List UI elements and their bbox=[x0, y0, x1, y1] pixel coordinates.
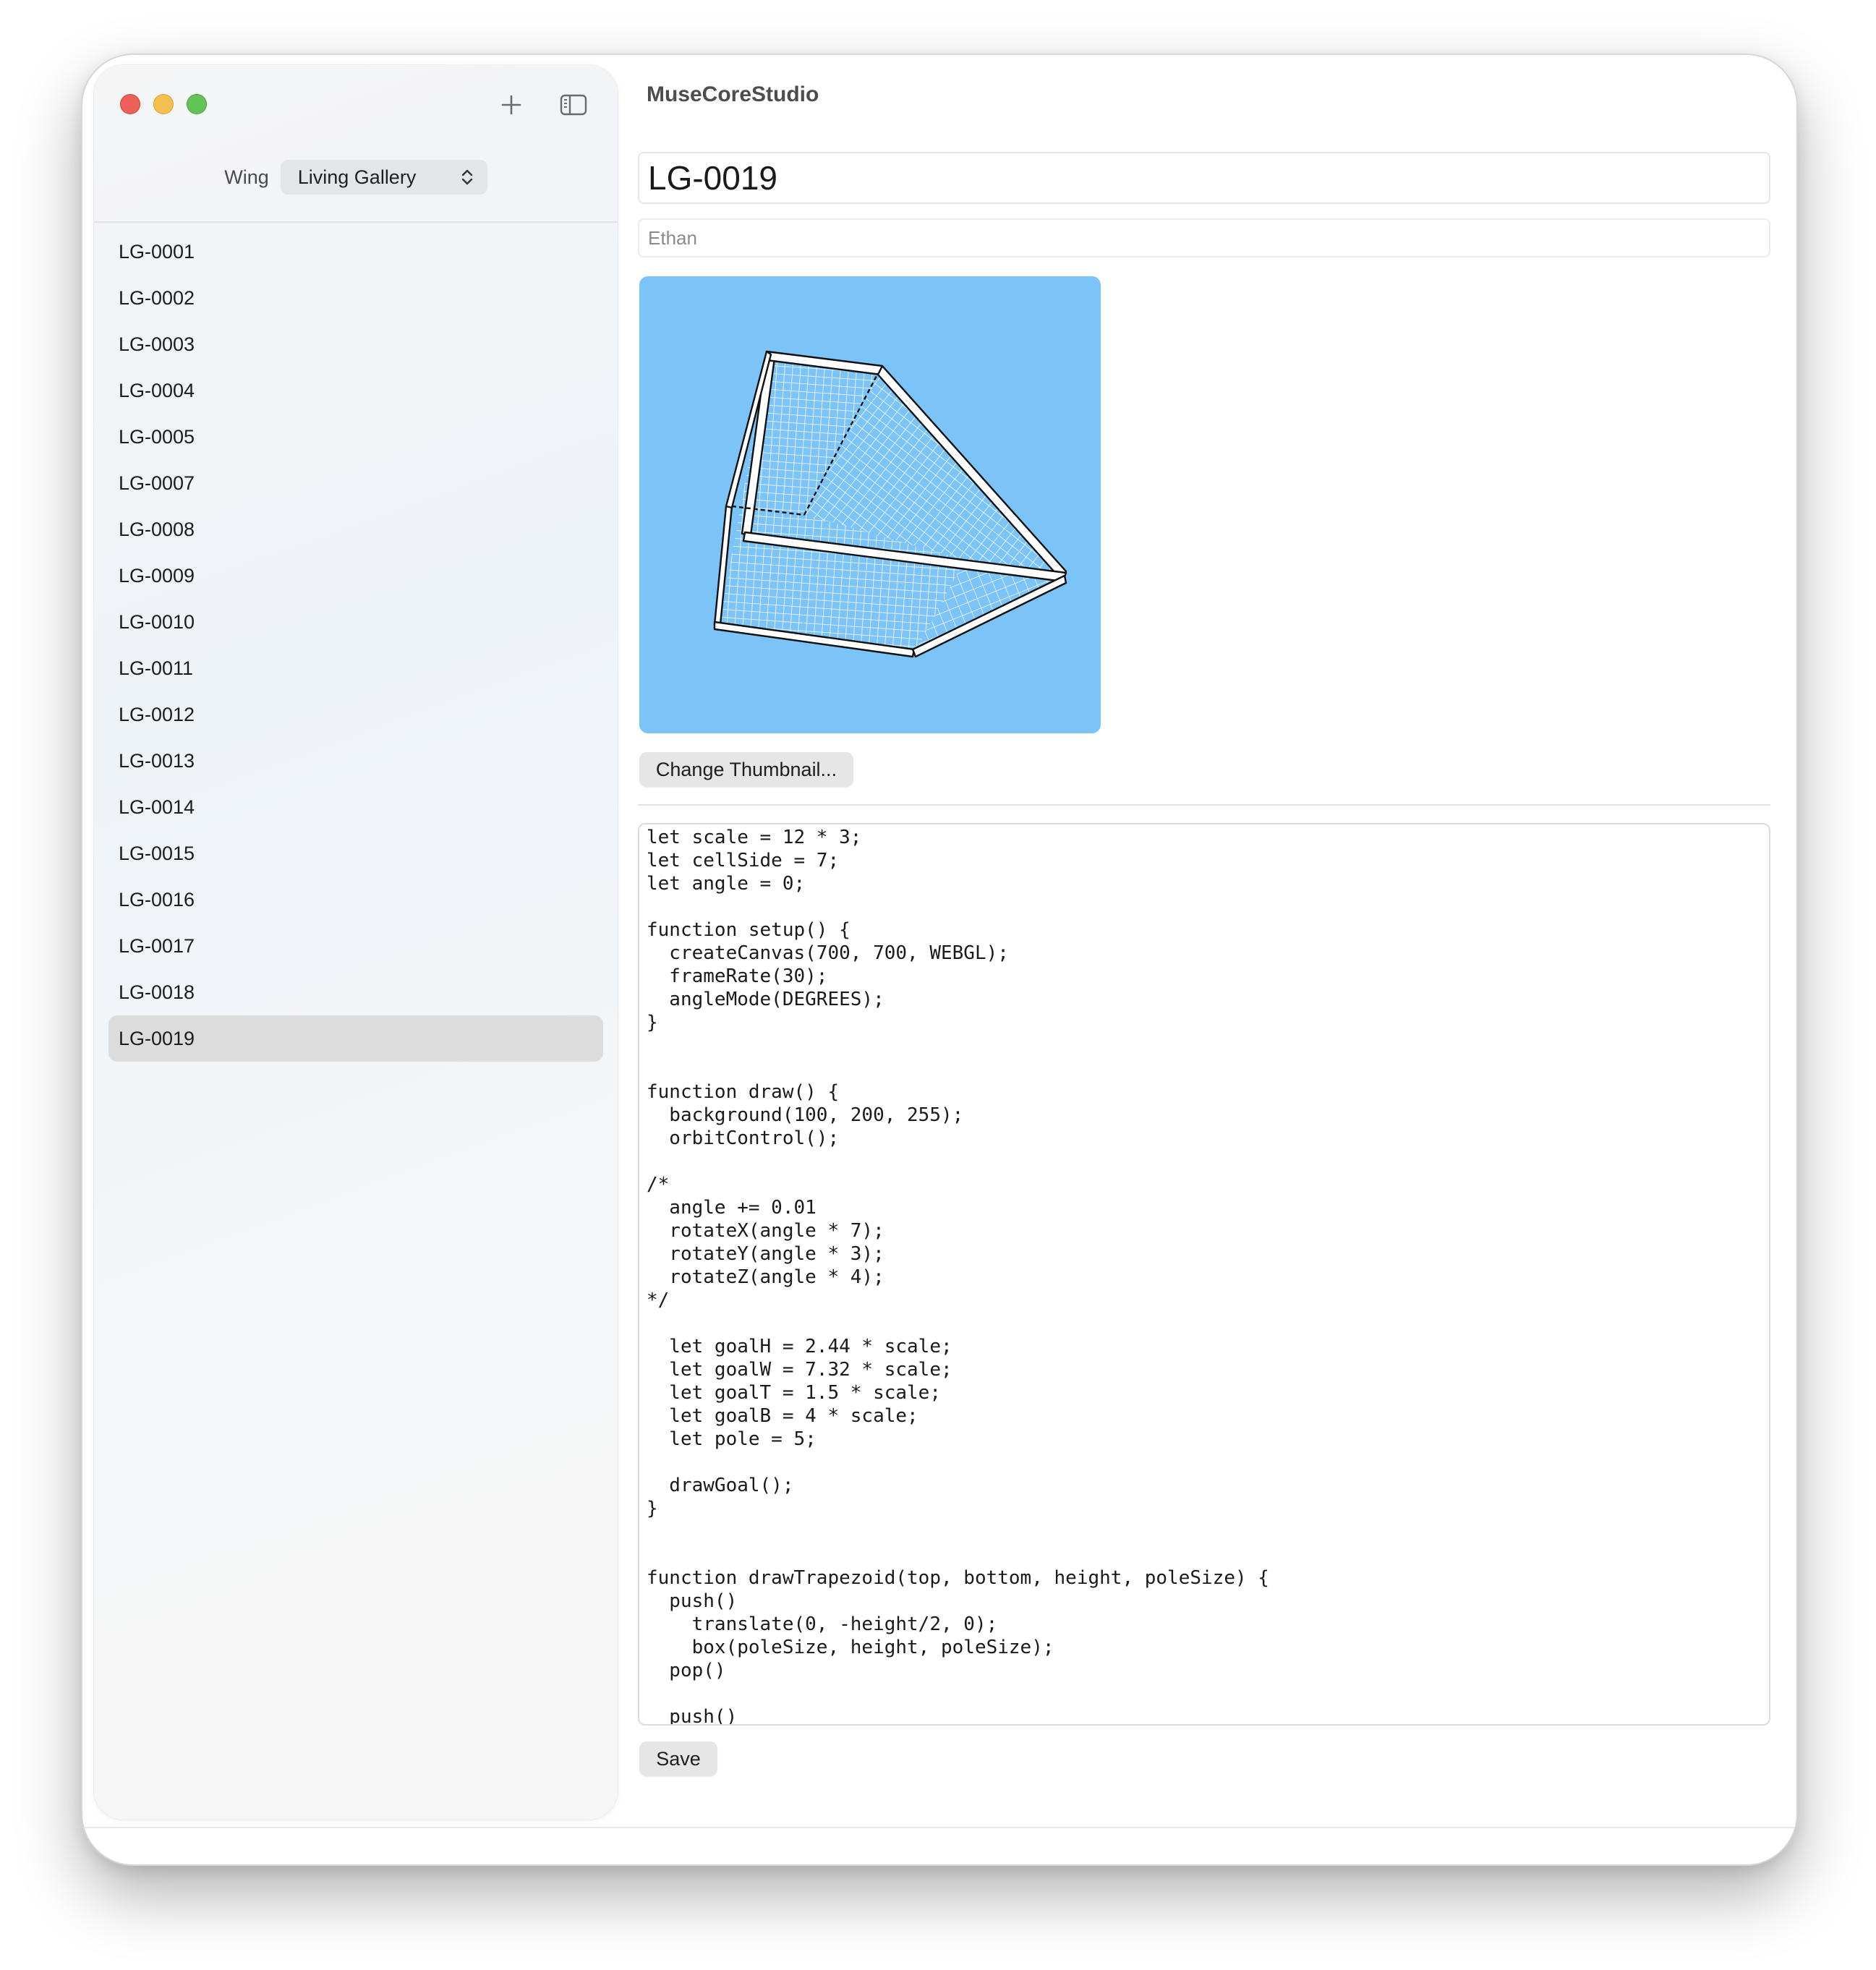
sidebar-item-lg-0009[interactable]: LG-0009 bbox=[108, 553, 603, 599]
sidebar-item-lg-0011[interactable]: LG-0011 bbox=[108, 645, 603, 691]
sidebar-item-lg-0017[interactable]: LG-0017 bbox=[108, 923, 603, 969]
title-field[interactable]: LG-0019 bbox=[638, 152, 1770, 204]
save-button[interactable]: Save bbox=[639, 1741, 717, 1776]
chevron-up-down-icon bbox=[461, 169, 472, 185]
app-window: Wing Living Gallery LG-0001 LG-0002 LG-000… bbox=[81, 54, 1798, 1866]
wing-select[interactable]: Living Gallery bbox=[280, 160, 487, 195]
sidebar-toggle-icon bbox=[560, 94, 587, 116]
sidebar-item-lg-0003[interactable]: LG-0003 bbox=[108, 321, 603, 367]
sidebar-item-lg-0010[interactable]: LG-0010 bbox=[108, 599, 603, 645]
plus-icon bbox=[501, 95, 521, 115]
content-divider bbox=[638, 804, 1770, 806]
sidebar-item-lg-0019[interactable]: LG-0019 bbox=[108, 1015, 603, 1062]
soccer-goal-illustration bbox=[713, 350, 1067, 658]
sidebar-item-lg-0007[interactable]: LG-0007 bbox=[108, 460, 603, 506]
sidebar-item-lg-0013[interactable]: LG-0013 bbox=[108, 738, 603, 784]
sidebar-item-lg-0015[interactable]: LG-0015 bbox=[108, 830, 603, 877]
wing-filter: Wing Living Gallery bbox=[94, 159, 618, 195]
code-text: let scale = 12 * 3; let cellSide = 7; le… bbox=[647, 827, 1269, 1726]
sidebar-item-lg-0012[interactable]: LG-0012 bbox=[108, 691, 603, 738]
sidebar-item-lg-0016[interactable]: LG-0016 bbox=[108, 877, 603, 923]
sidebar-item-lg-0002[interactable]: LG-0002 bbox=[108, 275, 603, 321]
author-field[interactable]: Ethan bbox=[638, 218, 1770, 257]
artwork-list: LG-0001 LG-0002 LG-0003 LG-0004 LG-0005 LG-00… bbox=[108, 229, 603, 1062]
sidebar-item-lg-0001[interactable]: LG-0001 bbox=[108, 229, 603, 275]
close-window-button[interactable] bbox=[120, 94, 140, 114]
app-title: MuseCoreStudio bbox=[647, 82, 819, 106]
sidebar: Wing Living Gallery LG-0001 LG-0002 LG-000… bbox=[94, 65, 618, 1820]
sidebar-item-lg-0004[interactable]: LG-0004 bbox=[108, 367, 603, 414]
sidebar-item-lg-0008[interactable]: LG-0008 bbox=[108, 506, 603, 553]
zoom-window-button[interactable] bbox=[187, 94, 207, 114]
sidebar-item-lg-0005[interactable]: LG-0005 bbox=[108, 414, 603, 460]
minimize-window-button[interactable] bbox=[153, 94, 174, 114]
wing-select-value: Living Gallery bbox=[297, 166, 417, 188]
add-item-button[interactable] bbox=[495, 88, 528, 121]
sidebar-item-lg-0014[interactable]: LG-0014 bbox=[108, 784, 603, 830]
sidebar-item-lg-0018[interactable]: LG-0018 bbox=[108, 969, 603, 1015]
code-editor[interactable]: let scale = 12 * 3; let cellSide = 7; le… bbox=[638, 823, 1770, 1726]
change-thumbnail-button[interactable]: Change Thumbnail... bbox=[639, 752, 853, 787]
page: Wing Living Gallery LG-0001 LG-0002 LG-000… bbox=[0, 0, 1876, 1970]
bottom-divider bbox=[82, 1827, 1796, 1828]
toggle-sidebar-button[interactable] bbox=[557, 88, 590, 121]
wing-label: Wing bbox=[224, 166, 269, 188]
thumbnail-image bbox=[639, 276, 1101, 733]
sidebar-divider bbox=[94, 221, 618, 223]
